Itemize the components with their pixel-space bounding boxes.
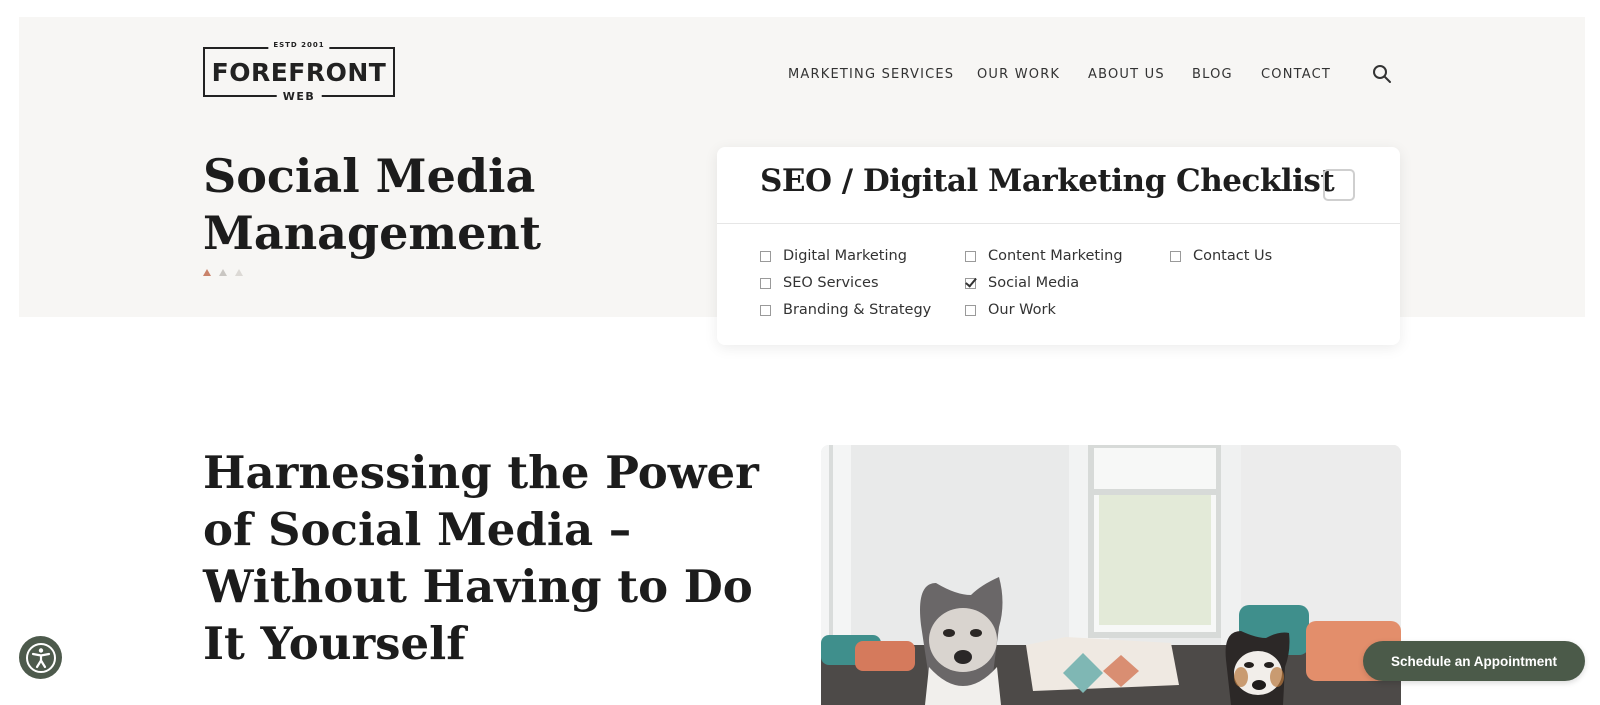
nav-item-label: BLOG [1192,66,1233,82]
checklist-item-content-marketing[interactable]: Content Marketing [965,246,1123,266]
checklist-divider [717,223,1400,224]
checklist-item-contact-us[interactable]: Contact Us [1170,246,1272,266]
checkbox[interactable] [965,250,976,262]
decorative-triangle-icon [203,269,211,276]
checklist-item-label: Social Media [988,275,1080,291]
section-heading-line-2: of Social Media – [203,503,632,556]
checklist-item-branding-strategy[interactable]: Branding & Strategy [760,300,931,320]
checklist-item-our-work[interactable]: Our Work [965,300,1056,320]
nav-item-label: ABOUT US [1088,66,1165,82]
checklist-item-label: SEO Services [783,275,879,291]
schedule-appointment-button[interactable]: Schedule an Appointment [1363,641,1585,681]
checkbox-checked[interactable] [965,277,976,289]
checklist-item-label: Our Work [988,302,1056,318]
checklist-item-label: Contact Us [1193,248,1273,264]
logo-wordmark: FOREFRONT [211,57,387,87]
checklist-item-label: Digital Marketing [783,248,907,264]
logo-established-tag: ESTD 2001 [268,41,330,49]
checkbox[interactable] [760,304,771,316]
nav-item-marketing-services[interactable]: MARKETING SERVICES [788,63,954,85]
checklist-item-label: Content Marketing [988,248,1123,264]
nav-item-label: OUR WORK [977,66,1061,82]
page-title-line-2: Management [203,206,542,260]
decorative-triangle-icon [235,269,243,276]
photo-illustration [821,445,1401,705]
checklist-item-social-media[interactable]: Social Media [965,273,1079,293]
checklist-item-seo-services[interactable]: SEO Services [760,273,879,293]
page-title-line-1: Social Media [203,149,536,203]
page-title: Social Media Management [203,148,623,262]
section-heading-line-1: Harnessing the Power [203,446,759,499]
section-heading-line-4: It Yourself [203,617,466,670]
checklist-item-digital-marketing[interactable]: Digital Marketing [760,246,907,266]
checkbox[interactable] [1170,250,1181,262]
nav-item-our-work[interactable]: OUR WORK [977,63,1060,85]
decorative-triangle-icon [219,269,227,276]
nav-item-contact[interactable]: CONTACT [1261,63,1331,85]
nav-item-about-us[interactable]: ABOUT US [1088,63,1165,85]
accessibility-button[interactable] [19,636,62,679]
dogs-on-couch-photo [821,445,1401,705]
checklist-toggle-checkbox[interactable] [1323,169,1355,201]
checklist-title: SEO / Digital Marketing Checklist [760,163,1335,199]
accessibility-icon [25,642,56,673]
checkbox[interactable] [760,250,771,262]
section-heading: Harnessing the Power of Social Media – W… [203,444,763,672]
nav-item-label: CONTACT [1261,66,1332,82]
nav-item-blog[interactable]: BLOG [1192,63,1233,85]
checkbox[interactable] [760,277,771,289]
checkbox[interactable] [965,304,976,316]
checklist-item-label: Branding & Strategy [783,302,932,318]
forefront-web-logo[interactable]: ESTD 2001 FOREFRONT WEB [203,41,395,103]
section-heading-line-3: Without Having to Do [203,560,753,613]
search-icon[interactable] [1372,64,1392,84]
checklist-card: SEO / Digital Marketing Checklist Digita… [717,147,1400,345]
logo-subtitle: WEB [276,90,322,103]
nav-item-label: MARKETING SERVICES [788,66,955,82]
